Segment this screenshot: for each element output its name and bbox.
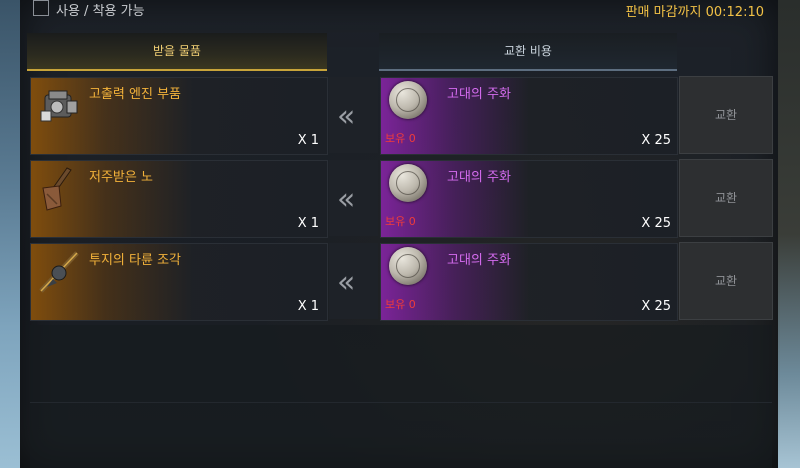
cost-item-cell[interactable]: 고대의 주화 보유 0 X 25	[380, 77, 678, 155]
reward-item-cell[interactable]: 고출력 엔진 부품 X 1	[30, 77, 328, 155]
arrow-cell: «	[329, 160, 378, 236]
coin-icon	[389, 164, 427, 202]
cost-item-name: 고대의 주화	[447, 253, 511, 268]
header-receive-items: 받을 물품	[27, 33, 327, 71]
reward-item-cell[interactable]: 투지의 타륜 조각 X 1	[30, 243, 328, 321]
cost-item-name: 고대의 주화	[447, 170, 511, 185]
cost-item-quantity: X 25	[641, 216, 671, 231]
background-scenery-left	[0, 0, 20, 468]
arrow-cell: «	[329, 77, 378, 153]
exchange-panel: 사용 / 착용 가능 판매 마감까지 00:12:10 받을 물품 교환 비용 …	[20, 0, 780, 468]
exchange-button[interactable]: 교환	[679, 242, 773, 320]
owned-count: 보유 0	[385, 132, 416, 145]
double-chevron-left-icon: «	[337, 182, 356, 217]
oar-icon	[37, 166, 83, 212]
usable-filter-label: 사용 / 착용 가능	[56, 4, 145, 19]
arrow-cell: «	[329, 243, 378, 319]
reward-item-name: 저주받은 노	[89, 170, 153, 185]
coin-icon	[389, 247, 427, 285]
empty-list-area	[30, 325, 772, 468]
engine-part-icon	[37, 83, 83, 129]
exchange-row: 투지의 타륜 조각 X 1 « 고대의 주화 보유 0 X 25 교환	[30, 242, 773, 321]
usable-filter-checkbox[interactable]	[33, 0, 49, 16]
exchange-button[interactable]: 교환	[679, 159, 773, 237]
cost-item-quantity: X 25	[641, 299, 671, 314]
owned-count: 보유 0	[385, 215, 416, 228]
owned-count: 보유 0	[385, 298, 416, 311]
coin-icon	[389, 81, 427, 119]
header-exchange-cost: 교환 비용	[379, 33, 677, 71]
cost-item-name: 고대의 주화	[447, 87, 511, 102]
double-chevron-left-icon: «	[337, 99, 356, 134]
reward-item-quantity: X 1	[297, 216, 319, 231]
cost-item-quantity: X 25	[641, 133, 671, 148]
exchange-button[interactable]: 교환	[679, 76, 773, 154]
reward-item-name: 고출력 엔진 부품	[89, 87, 181, 102]
background-scenery-right	[776, 0, 800, 468]
reward-item-name: 투지의 타륜 조각	[89, 253, 181, 268]
reward-item-quantity: X 1	[297, 299, 319, 314]
exchange-row: 고출력 엔진 부품 X 1 « 고대의 주화 보유 0 X 25 교환	[30, 76, 773, 155]
sale-deadline-timer: 판매 마감까지 00:12:10	[625, 5, 764, 20]
row-divider	[30, 402, 772, 403]
exchange-row: 저주받은 노 X 1 « 고대의 주화 보유 0 X 25 교환	[30, 159, 773, 238]
reward-item-quantity: X 1	[297, 133, 319, 148]
cost-item-cell[interactable]: 고대의 주화 보유 0 X 25	[380, 243, 678, 321]
cost-item-cell[interactable]: 고대의 주화 보유 0 X 25	[380, 160, 678, 238]
double-chevron-left-icon: «	[337, 265, 356, 300]
top-bar: 사용 / 착용 가능 판매 마감까지 00:12:10	[20, 0, 778, 22]
helm-fragment-icon	[37, 249, 83, 295]
reward-item-cell[interactable]: 저주받은 노 X 1	[30, 160, 328, 238]
